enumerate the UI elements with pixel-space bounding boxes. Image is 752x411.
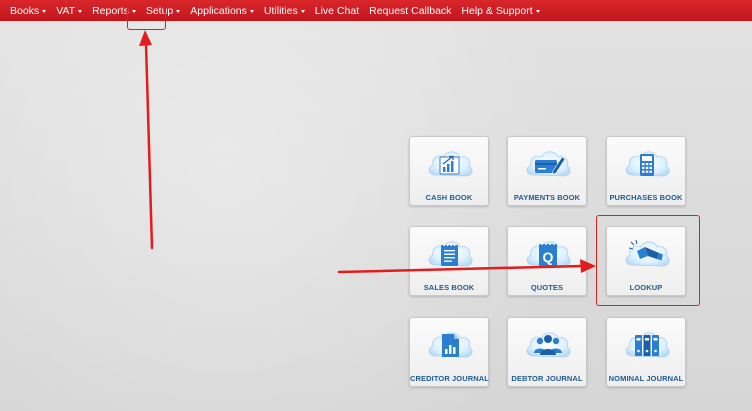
nav-vat[interactable]: VAT bbox=[51, 0, 87, 21]
tile-cash-book[interactable]: CASH BOOK bbox=[409, 136, 489, 206]
people-group-icon bbox=[523, 326, 573, 364]
caret-down-icon bbox=[300, 9, 305, 13]
caret-down-icon bbox=[78, 9, 83, 13]
card-pen-icon bbox=[523, 145, 573, 183]
nav-help-support-label: Help & Support bbox=[461, 4, 533, 17]
nav-utilities[interactable]: Utilities bbox=[259, 0, 310, 21]
nav-reports-label: Reports bbox=[92, 4, 129, 17]
tile-sales-book[interactable]: SALES BOOK bbox=[409, 226, 489, 296]
tile-label: CREDITOR JOURNAL bbox=[410, 374, 489, 383]
nav-help-support[interactable]: Help & Support bbox=[456, 0, 544, 21]
nav-books[interactable]: Books bbox=[5, 0, 51, 21]
calculator-icon bbox=[622, 145, 672, 183]
nav-request-callback[interactable]: Request Callback bbox=[364, 0, 456, 21]
nav-vat-label: VAT bbox=[56, 4, 76, 17]
setup-highlight-box bbox=[127, 1, 166, 30]
tile-label: DEBTOR JOURNAL bbox=[511, 374, 583, 383]
notepad-icon bbox=[425, 235, 475, 273]
caret-down-icon bbox=[42, 9, 47, 13]
tile-payments-book[interactable]: PAYMENTS BOOK bbox=[507, 136, 587, 206]
tile-quotes[interactable]: Q QUOTES bbox=[507, 226, 587, 296]
tile-purchases-book[interactable]: PURCHASES BOOK bbox=[606, 136, 686, 206]
tile-creditor-journal[interactable]: CREDITOR JOURNAL bbox=[409, 317, 489, 387]
tile-label: CASH BOOK bbox=[425, 193, 473, 202]
document-chart-icon bbox=[425, 326, 475, 364]
nav-books-label: Books bbox=[10, 4, 40, 17]
quote-document-icon: Q bbox=[523, 235, 573, 273]
nav-applications-label: Applications bbox=[190, 4, 247, 17]
nav-utilities-label: Utilities bbox=[263, 4, 298, 17]
binders-icon bbox=[622, 326, 672, 364]
tile-label: PAYMENTS BOOK bbox=[513, 193, 581, 202]
tile-debtor-journal[interactable]: DEBTOR JOURNAL bbox=[507, 317, 587, 387]
chart-growth-icon bbox=[425, 145, 475, 183]
arrow-up-icon bbox=[144, 42, 154, 250]
tile-label: SALES BOOK bbox=[423, 283, 475, 292]
nav-applications[interactable]: Applications bbox=[185, 0, 259, 21]
tile-label: PURCHASES BOOK bbox=[609, 193, 683, 202]
tile-nominal-journal[interactable]: NOMINAL JOURNAL bbox=[606, 317, 686, 387]
lookup-highlight-box bbox=[596, 215, 700, 306]
svg-text:Q: Q bbox=[543, 249, 554, 265]
main-navbar: Books VAT Reports Setup Applications Uti… bbox=[0, 0, 752, 21]
nav-request-callback-label: Request Callback bbox=[369, 4, 452, 17]
nav-live-chat-label: Live Chat bbox=[314, 4, 360, 17]
tile-label: QUOTES bbox=[530, 283, 564, 292]
caret-down-icon bbox=[176, 9, 181, 13]
caret-down-icon bbox=[249, 9, 254, 13]
caret-down-icon bbox=[535, 9, 540, 13]
arrow-up-head bbox=[139, 30, 152, 46]
tile-label: NOMINAL JOURNAL bbox=[608, 374, 684, 383]
nav-live-chat[interactable]: Live Chat bbox=[310, 0, 364, 21]
